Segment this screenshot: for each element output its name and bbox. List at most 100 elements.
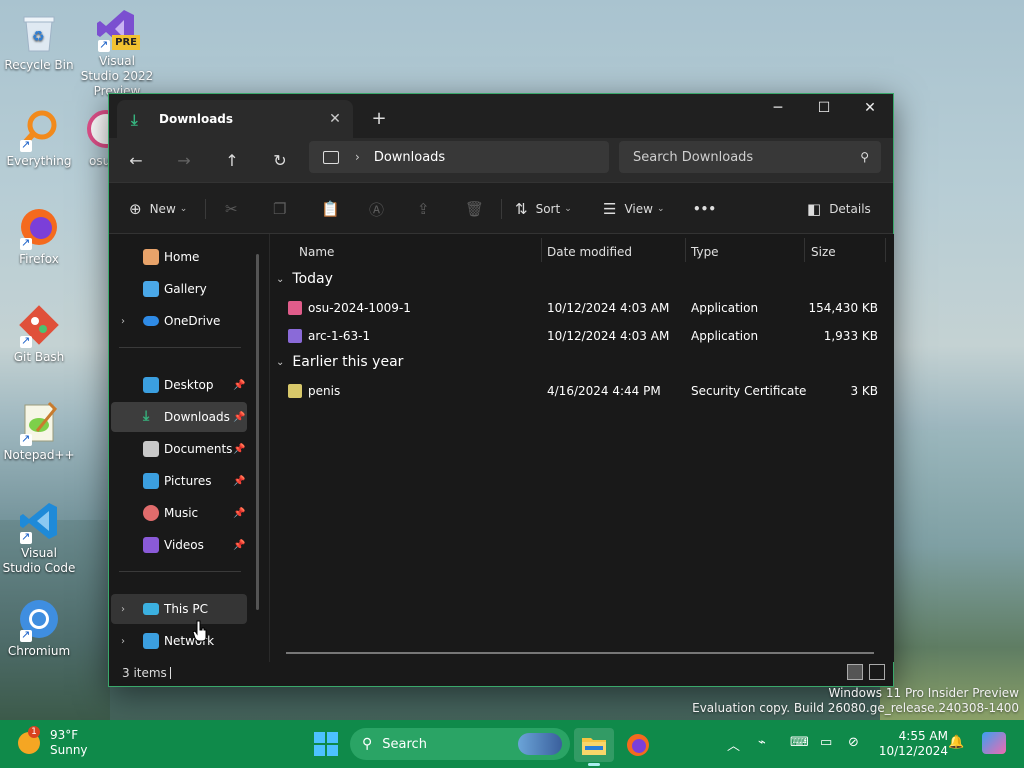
copy-button[interactable]: ❐ bbox=[273, 195, 294, 223]
maximize-button[interactable]: ☐ bbox=[801, 94, 847, 122]
desktop-icon-visual-studio-code[interactable]: Visual Studio Code bbox=[1, 498, 77, 576]
rename-button[interactable]: Ⓐ bbox=[369, 195, 392, 223]
status-bar: 3 items bbox=[109, 662, 893, 686]
see-more-button[interactable]: ••• bbox=[693, 195, 716, 223]
new-label: New bbox=[149, 202, 176, 216]
document-icon bbox=[143, 441, 159, 457]
start-button[interactable] bbox=[314, 732, 338, 756]
navigation-pane: Home Gallery › OneDrive Desktop 📌 ⤓ Down… bbox=[109, 234, 267, 662]
desktop-icon-visual-studio-2022-preview[interactable]: PRE Visual Studio 2022 Preview bbox=[79, 6, 155, 99]
file-row-arc[interactable]: arc-1-63-1 10/12/2024 4:03 AM Applicatio… bbox=[270, 322, 890, 350]
network-offline-icon[interactable]: ⌁ bbox=[758, 735, 766, 750]
chevron-right-icon[interactable]: › bbox=[121, 604, 125, 615]
sidebar-item-onedrive[interactable]: › OneDrive bbox=[111, 306, 247, 336]
details-view-icon[interactable] bbox=[847, 664, 863, 680]
file-type: Security Certificate bbox=[691, 384, 807, 398]
pin-icon: 📌 bbox=[233, 411, 246, 423]
notification-bell-icon[interactable]: 🔔 bbox=[948, 735, 964, 750]
new-tab-button[interactable]: + bbox=[367, 106, 391, 130]
file-date: 4/16/2024 4:44 PM bbox=[547, 384, 661, 398]
tab-downloads[interactable]: ⤓ Downloads ✕ bbox=[117, 100, 353, 138]
sidebar-item-downloads[interactable]: ⤓ Downloads 📌 bbox=[111, 402, 247, 432]
file-row-certificate[interactable]: penis 4/16/2024 4:44 PM Security Certifi… bbox=[270, 377, 890, 405]
column-divider[interactable] bbox=[685, 238, 686, 262]
view-icon: ☰ bbox=[603, 200, 617, 218]
address-bar[interactable]: › Downloads bbox=[309, 141, 609, 173]
desktop-icon-chromium[interactable]: Chromium bbox=[1, 596, 77, 659]
file-row-osu[interactable]: osu-2024-1009-1 10/12/2024 4:03 AM Appli… bbox=[270, 294, 890, 322]
share-button[interactable]: ⇪ bbox=[417, 195, 438, 223]
refresh-button[interactable]: ↻ bbox=[265, 146, 295, 174]
back-button[interactable]: ← bbox=[121, 146, 151, 174]
column-header-type[interactable]: Type bbox=[691, 240, 719, 264]
large-icons-view-icon[interactable] bbox=[869, 664, 885, 680]
firefox-icon bbox=[16, 204, 62, 250]
column-header-size[interactable]: Size bbox=[811, 240, 836, 264]
details-button[interactable]: ◧ Details bbox=[807, 195, 871, 223]
sun-icon: 1 bbox=[18, 726, 40, 754]
chevron-up-icon[interactable]: ︿ bbox=[727, 735, 740, 754]
notification-badge: 1 bbox=[28, 726, 40, 738]
group-header-earlier-this-year[interactable]: ⌄ Earlier this year bbox=[276, 350, 403, 374]
sidebar-item-home[interactable]: Home bbox=[111, 242, 247, 272]
sidebar-item-music[interactable]: Music 📌 bbox=[111, 498, 247, 528]
sidebar-item-pictures[interactable]: Pictures 📌 bbox=[111, 466, 247, 496]
copilot-icon[interactable] bbox=[982, 732, 1006, 754]
column-divider[interactable] bbox=[541, 238, 542, 262]
accessibility-icon[interactable]: ⊘ bbox=[848, 735, 859, 750]
sidebar-item-gallery[interactable]: Gallery bbox=[111, 274, 247, 304]
sidebar-item-label: Downloads bbox=[164, 410, 230, 424]
breadcrumb-downloads[interactable]: Downloads bbox=[374, 150, 445, 165]
new-button[interactable]: ⊕ New ⌄ bbox=[129, 195, 187, 223]
sidebar-item-documents[interactable]: Documents 📌 bbox=[111, 434, 247, 464]
desktop-icon-firefox[interactable]: Firefox bbox=[1, 204, 77, 267]
sidebar-item-this-pc[interactable]: › This PC bbox=[111, 594, 247, 624]
keyboard-icon[interactable]: ⌨ bbox=[790, 735, 809, 750]
desktop-icon-everything[interactable]: Everything bbox=[1, 106, 77, 169]
column-header-name[interactable]: Name bbox=[299, 240, 334, 264]
weather-widget[interactable]: 1 93°F Sunny bbox=[18, 726, 88, 758]
chevron-right-icon[interactable]: › bbox=[355, 150, 360, 164]
desktop-icon-git-bash[interactable]: Git Bash bbox=[1, 302, 77, 365]
chevron-right-icon[interactable]: › bbox=[121, 636, 125, 647]
desktop-icon-recycle-bin[interactable]: ♻ Recycle Bin bbox=[1, 10, 77, 73]
column-header-date-modified[interactable]: Date modified bbox=[547, 240, 632, 264]
view-button[interactable]: ☰ View ⌄ bbox=[603, 195, 664, 223]
taskbar-file-explorer[interactable] bbox=[574, 728, 614, 766]
watermark-line-1: Windows 11 Pro Insider Preview bbox=[828, 686, 1019, 700]
desktop-icon-notepad-plus-plus[interactable]: Notepad++ bbox=[1, 400, 77, 463]
recycle-bin-icon: ♻ bbox=[16, 10, 62, 56]
column-divider[interactable] bbox=[885, 238, 886, 262]
search-input[interactable]: Search Downloads ⚲ bbox=[619, 141, 881, 173]
taskbar-firefox[interactable] bbox=[618, 728, 658, 762]
sort-button[interactable]: ⇅ Sort ⌄ bbox=[515, 195, 572, 223]
cut-button[interactable]: ✂ bbox=[225, 195, 246, 223]
horizontal-scrollbar[interactable] bbox=[286, 652, 874, 654]
chevron-down-icon: ⌄ bbox=[656, 204, 665, 214]
group-header-today[interactable]: ⌄ Today bbox=[276, 267, 333, 291]
chevron-right-icon[interactable]: › bbox=[121, 316, 125, 327]
shortcut-arrow-icon bbox=[20, 137, 32, 152]
sidebar-item-desktop[interactable]: Desktop 📌 bbox=[111, 370, 247, 400]
file-name: osu-2024-1009-1 bbox=[308, 301, 411, 315]
minimize-button[interactable]: ─ bbox=[755, 94, 801, 122]
sidebar-item-network[interactable]: › Network bbox=[111, 626, 247, 656]
gallery-icon bbox=[143, 281, 159, 297]
sort-label: Sort bbox=[535, 202, 561, 216]
sidebar-scrollbar[interactable] bbox=[256, 254, 259, 610]
sidebar-item-videos[interactable]: Videos 📌 bbox=[111, 530, 247, 560]
paste-button[interactable]: 📋 bbox=[321, 195, 348, 223]
file-size: 3 KB bbox=[850, 384, 878, 398]
taskbar-search[interactable]: ⚲ Search bbox=[350, 728, 570, 760]
close-window-button[interactable]: ✕ bbox=[847, 94, 893, 122]
column-divider[interactable] bbox=[804, 238, 805, 262]
file-type: Application bbox=[691, 329, 759, 343]
close-tab-icon[interactable]: ✕ bbox=[323, 107, 347, 131]
forward-button[interactable]: → bbox=[169, 146, 199, 174]
shortcut-arrow-icon bbox=[20, 529, 32, 544]
up-button[interactable]: ↑ bbox=[217, 146, 247, 174]
display-icon[interactable]: ▭ bbox=[820, 735, 832, 750]
system-clock[interactable]: 4:55 AM 10/12/2024 bbox=[872, 729, 948, 759]
delete-button[interactable]: 🗑 bbox=[465, 195, 492, 223]
desktop-icon-osu[interactable]: osu bbox=[79, 106, 109, 169]
